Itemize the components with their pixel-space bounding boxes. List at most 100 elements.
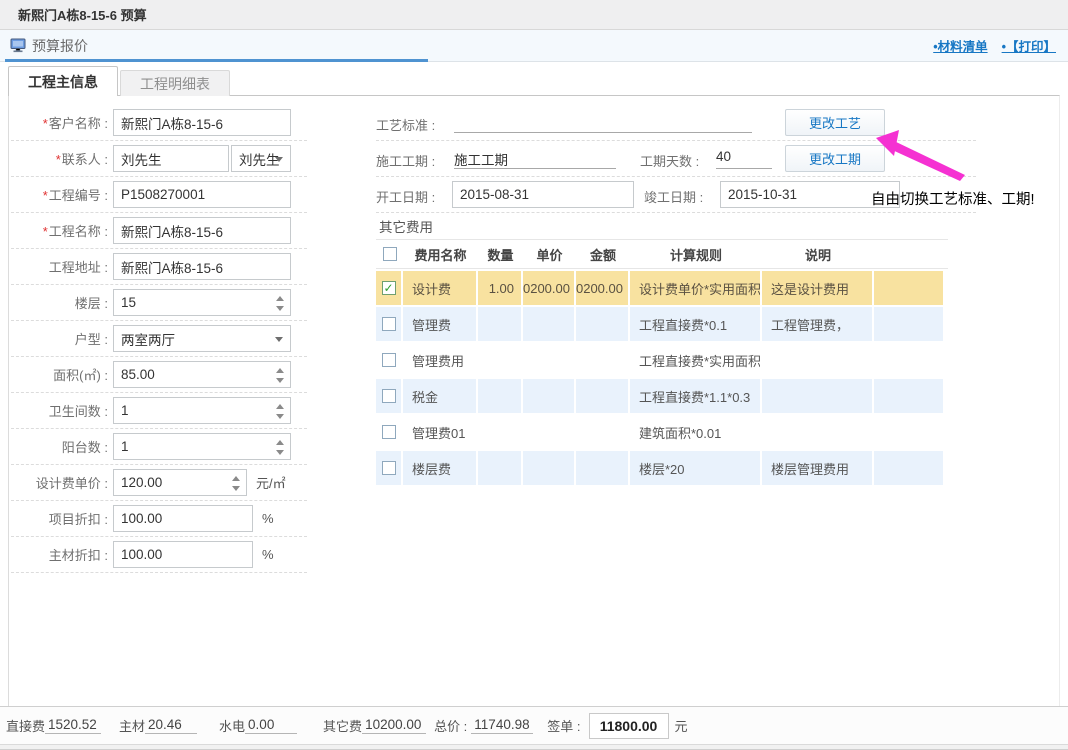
end-date-label: 竣工日期 :	[644, 187, 703, 206]
other-fee-value: 10200.00	[362, 717, 426, 734]
main-material-value: 20.46	[145, 717, 197, 734]
signed-amount-input[interactable]: 11800.00	[589, 713, 669, 739]
row-checkbox[interactable]	[382, 425, 396, 439]
material-discount-input[interactable]: 100.00	[113, 541, 253, 568]
design-fee-price-label: 设计费单价 :	[11, 473, 113, 492]
required-asterisk: *	[43, 116, 48, 131]
start-date-input[interactable]: 2015-08-31	[452, 181, 634, 208]
field-material-discount: 主材折扣 : 100.00 %	[11, 537, 307, 573]
contact-label: 联系人 :	[62, 152, 108, 167]
field-bathrooms: 卫生间数 : 1	[11, 393, 307, 429]
table-row[interactable]: 管理费01 建筑面积*0.01	[376, 415, 948, 449]
field-project-no: *工程编号 : P1508270001	[11, 177, 307, 213]
craft-standard-value[interactable]	[454, 113, 752, 133]
field-balconies: 阳台数 : 1	[11, 429, 307, 465]
tab-project-detail[interactable]: 工程明细表	[120, 70, 230, 96]
direct-fee-total: 直接费 1520.52	[6, 716, 101, 735]
project-name-input[interactable]: 新熙门A栋8-15-6	[113, 217, 291, 244]
table-header-row: 费用名称 数量 单价 金额 计算规则 说明	[376, 239, 948, 269]
other-fees-table: 费用名称 数量 单价 金额 计算规则 说明 设计费 1.00 10200.00 …	[376, 239, 948, 485]
period-days-value[interactable]: 40	[716, 149, 772, 169]
col-header-amount: 金额	[576, 245, 630, 264]
floor-label: 楼层 :	[11, 293, 113, 312]
table-row[interactable]: 税金 工程直接费*1.1*0.3	[376, 379, 948, 413]
tab-bar: 工程主信息 工程明细表	[8, 64, 230, 96]
total-price: 总价 : 11740.98	[434, 716, 533, 735]
bathrooms-stepper[interactable]: 1	[113, 397, 291, 424]
table-row[interactable]: 楼层费 楼层*20 楼层管理费用	[376, 451, 948, 485]
house-type-select[interactable]: 两室两厅	[113, 325, 291, 352]
yuan-unit: 元	[675, 716, 688, 735]
field-house-type: 户型 : 两室两厅	[11, 321, 307, 357]
house-type-label: 户型 :	[11, 329, 113, 348]
window-title-bar: 新熙门A栋8-15-6 预算	[0, 0, 1068, 30]
row-checkbox[interactable]	[382, 461, 396, 475]
table-row[interactable]: 管理费 工程直接费*0.1 工程管理费，	[376, 307, 948, 341]
required-asterisk: *	[43, 224, 48, 239]
construction-period-value[interactable]: 施工工期	[454, 149, 616, 169]
required-asterisk: *	[43, 188, 48, 203]
spinner-arrows-icon[interactable]	[232, 474, 241, 493]
field-area: 面积(㎡) : 85.00	[11, 357, 307, 393]
project-discount-label: 项目折扣 :	[11, 509, 113, 528]
water-electric-value: 0.00	[245, 717, 297, 734]
row-checkbox[interactable]	[382, 353, 396, 367]
material-list-link[interactable]: •材料清单	[933, 36, 987, 55]
customer-name-input[interactable]: 新熙门A栋8-15-6	[113, 109, 291, 136]
floor-stepper[interactable]: 15	[113, 289, 291, 316]
direct-fee-value: 1520.52	[45, 717, 101, 734]
required-asterisk: *	[56, 152, 61, 167]
select-all-checkbox[interactable]	[383, 247, 397, 261]
totals-bar: 直接费 1520.52 主材 20.46 水电 0.00 其它费 10200.0…	[0, 706, 1068, 744]
main-material-total: 主材 20.46	[119, 716, 197, 735]
contact-select[interactable]: 刘先生	[231, 145, 291, 172]
signed-amount: 签单 : 11800.00 元	[547, 713, 687, 739]
project-addr-input[interactable]: 新熙门A栋8-15-6	[113, 253, 291, 280]
craft-standard-label: 工艺标准 :	[376, 115, 435, 134]
window-title: 新熙门A栋8-15-6 预算	[18, 5, 147, 24]
row-checkbox[interactable]	[382, 317, 396, 331]
spinner-arrows-icon[interactable]	[276, 294, 285, 313]
contact-input[interactable]: 刘先生	[113, 145, 229, 172]
change-craft-button[interactable]: 更改工艺	[785, 109, 885, 136]
bathrooms-label: 卫生间数 :	[11, 401, 113, 420]
area-label: 面积(㎡) :	[11, 365, 113, 384]
project-no-input[interactable]: P1508270001	[113, 181, 291, 208]
construction-period-label: 施工工期 :	[376, 151, 435, 170]
balconies-stepper[interactable]: 1	[113, 433, 291, 460]
page-title: 预算报价	[32, 36, 88, 56]
project-discount-input[interactable]: 100.00	[113, 505, 253, 532]
tab-project-main-info[interactable]: 工程主信息	[8, 66, 118, 96]
budget-window: 新熙门A栋8-15-6 预算 预算报价 •材料清单 •【打印】 工程主信息 工程…	[0, 0, 1068, 750]
table-row[interactable]: 设计费 1.00 10200.00 10200.00 设计费单价*实用面积 这是…	[376, 271, 948, 305]
print-link[interactable]: •【打印】	[1002, 36, 1056, 55]
customer-name-label: 客户名称 :	[49, 116, 108, 131]
col-header-rule: 计算规则	[630, 245, 762, 264]
percent-suffix: %	[262, 547, 274, 562]
col-header-price: 单价	[523, 245, 576, 264]
area-stepper[interactable]: 85.00	[113, 361, 291, 388]
field-project-discount: 项目折扣 : 100.00 %	[11, 501, 307, 537]
accent-underline	[5, 59, 428, 62]
chevron-down-icon	[275, 157, 283, 162]
row-checkbox[interactable]	[382, 389, 396, 403]
toolbar: 预算报价 •材料清单 •【打印】	[0, 30, 1068, 62]
monitor-icon	[10, 38, 26, 53]
field-project-name: *工程名称 : 新熙门A栋8-15-6	[11, 213, 307, 249]
project-addr-label: 工程地址 :	[11, 257, 113, 276]
col-header-fee-name: 费用名称	[403, 245, 478, 264]
spinner-arrows-icon[interactable]	[276, 366, 285, 385]
period-days-label: 工期天数 :	[640, 151, 699, 170]
change-period-button[interactable]: 更改工期	[785, 145, 885, 172]
spinner-arrows-icon[interactable]	[276, 402, 285, 421]
main-panel: *客户名称 : 新熙门A栋8-15-6 *联系人 : 刘先生 刘先生 *工程编号…	[8, 95, 1060, 706]
chevron-down-icon	[275, 337, 283, 342]
row-checkbox[interactable]	[382, 281, 396, 295]
other-fees-section-title: 其它费用	[379, 216, 433, 236]
table-row[interactable]: 管理费用 工程直接费*实用面积	[376, 343, 948, 377]
bottom-strip	[0, 744, 1068, 750]
field-project-addr: 工程地址 : 新熙门A栋8-15-6	[11, 249, 307, 285]
design-fee-price-stepper[interactable]: 120.00	[113, 469, 247, 496]
field-construction-period: 施工工期 : 施工工期 工期天数 : 40 更改工期	[376, 141, 976, 177]
spinner-arrows-icon[interactable]	[276, 438, 285, 457]
